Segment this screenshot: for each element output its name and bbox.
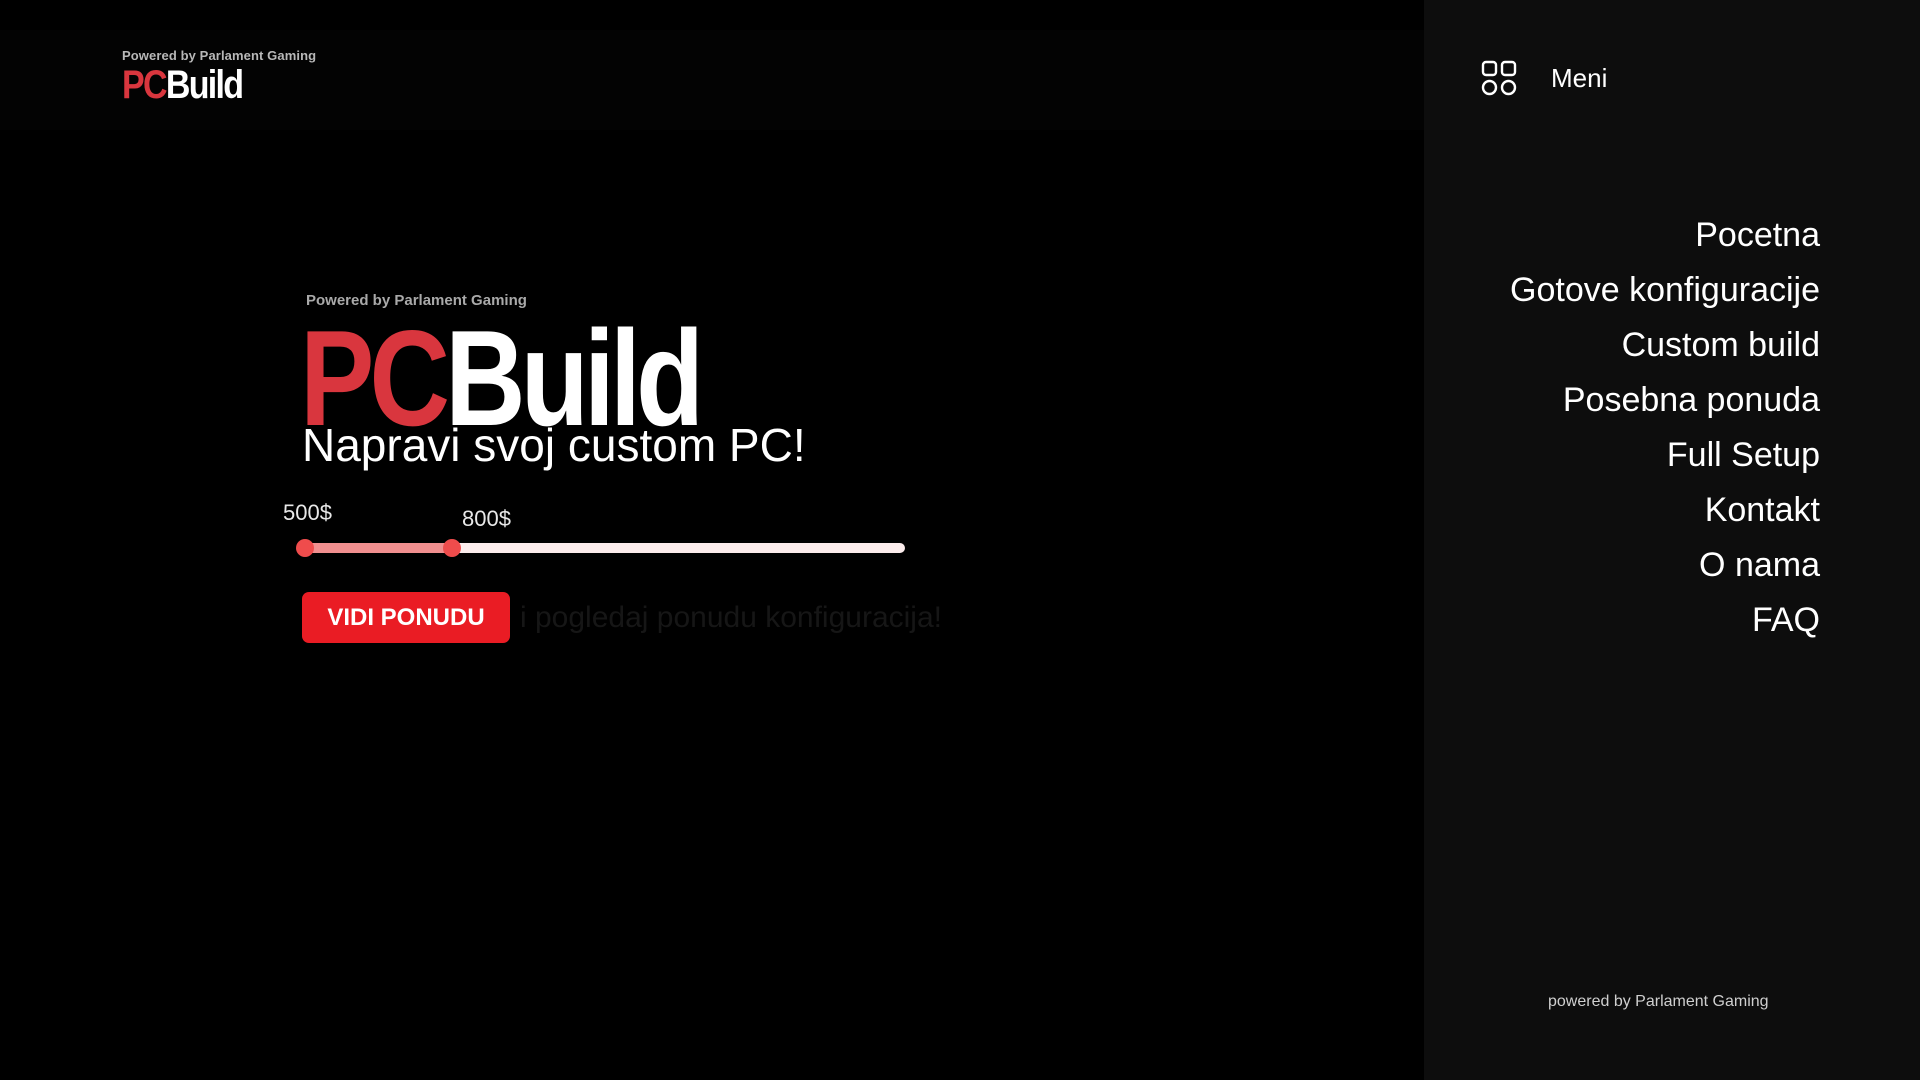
header-logo-pc: PC [122,63,168,107]
nav-item-custom-build[interactable]: Custom build [1510,318,1820,373]
slider-max-handle[interactable] [443,539,461,557]
nav-item-full-setup[interactable]: Full Setup [1510,428,1820,483]
sidebar-footer: powered by Parlament Gaming [1548,993,1769,1010]
sidebar-nav: Pocetna Gotove konfiguracije Custom buil… [1510,208,1820,648]
price-range-slider[interactable] [296,539,905,557]
header-powered-by: Powered by Parlament Gaming [122,48,317,63]
price-min-label: 500$ [283,500,332,525]
hero-headline: Napravi svoj custom PC! [302,419,806,471]
header-logo-build: Build [165,63,244,107]
nav-item-posebna-ponuda[interactable]: Posebna ponuda [1510,373,1820,428]
nav-item-pocetna[interactable]: Pocetna [1510,208,1820,263]
page: Powered by Parlament Gaming PCBuild Powe… [0,0,1920,1080]
slider-min-handle[interactable] [296,539,314,557]
nav-item-faq[interactable]: FAQ [1510,593,1820,648]
slider-selected-range [305,543,452,553]
menu-toggle[interactable]: Meni [1481,60,1607,96]
price-max-label: 800$ [462,506,511,531]
header-logo-wordmark: PCBuild [122,65,287,105]
header-logo[interactable]: Powered by Parlament Gaming PCBuild [122,48,316,105]
nav-item-o-nama[interactable]: O nama [1510,538,1820,593]
nav-item-kontakt[interactable]: Kontakt [1510,483,1820,538]
cta-hint-text: i pogledaj ponudu konfiguracija! [520,601,942,634]
header: Powered by Parlament Gaming PCBuild [0,30,1424,130]
menu-label: Meni [1551,62,1608,93]
grid-menu-icon[interactable] [1481,60,1517,96]
sidebar-menu: Meni Pocetna Gotove konfiguracije Custom… [1424,0,1920,1080]
nav-item-gotove-konfiguracije[interactable]: Gotove konfiguracije [1510,263,1820,318]
see-offer-button[interactable]: VIDI PONUDU [302,592,510,643]
